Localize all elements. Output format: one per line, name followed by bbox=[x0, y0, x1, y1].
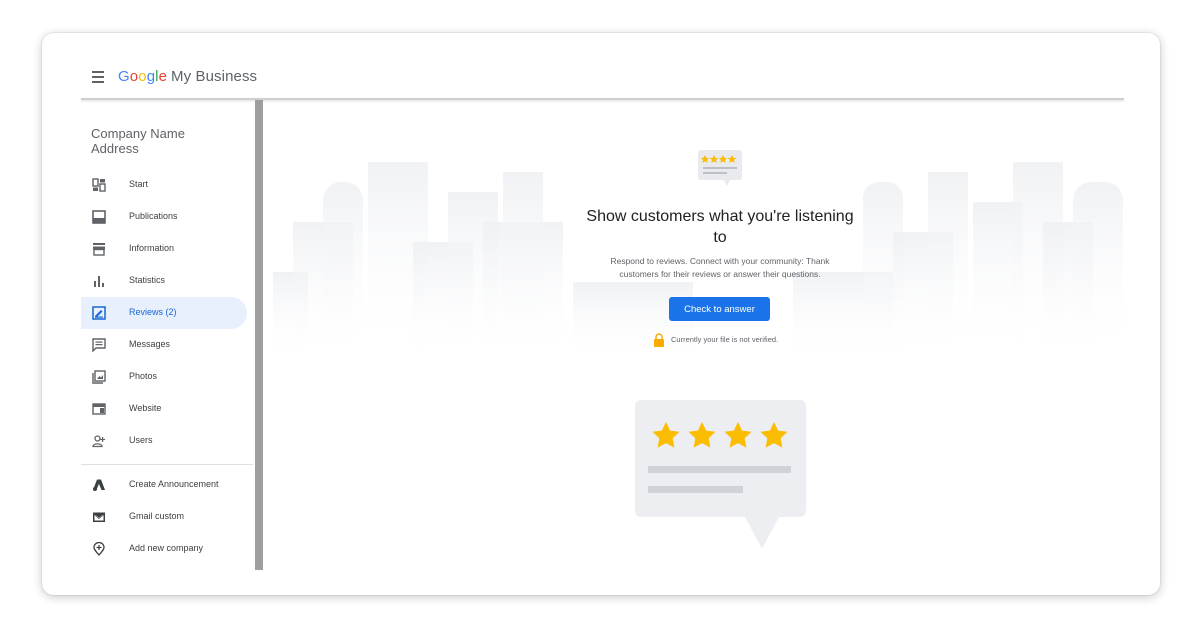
google-ads-icon bbox=[93, 479, 105, 491]
bar-chart-icon bbox=[94, 276, 104, 287]
company-address: Address bbox=[91, 141, 139, 156]
message-icon bbox=[92, 338, 106, 352]
sidebar-item-label: Users bbox=[129, 435, 153, 445]
sidebar-item-label: Website bbox=[129, 403, 162, 413]
sidebar-item-messages[interactable]: Messages bbox=[81, 329, 247, 361]
sidebar-item-label: Publications bbox=[129, 211, 178, 221]
sidebar-item-label: Statistics bbox=[129, 275, 166, 285]
sidebar-item-website[interactable]: Website bbox=[81, 393, 247, 425]
add-user-icon bbox=[92, 435, 106, 448]
page-description: Respond to reviews. Connect with your co… bbox=[610, 256, 830, 279]
sidebar-item-statistics[interactable]: Statistics bbox=[81, 265, 247, 297]
sidebar-item-photos[interactable]: Photos bbox=[81, 361, 247, 393]
logo-letter: o bbox=[129, 68, 139, 85]
company-name: Company Name bbox=[91, 126, 185, 141]
review-card-illustration bbox=[635, 400, 806, 549]
sidebar-item-gmail[interactable]: Gmail custom bbox=[81, 501, 247, 533]
company-info: Company Name Address bbox=[91, 126, 185, 156]
lock-icon bbox=[654, 333, 664, 347]
sidebar-item-label: Photos bbox=[129, 371, 158, 381]
sidebar: Company Name Address Start Publications bbox=[81, 100, 255, 570]
sidebar-scrollbar[interactable] bbox=[255, 100, 263, 570]
sidebar-divider bbox=[81, 464, 253, 465]
gmail-icon bbox=[93, 512, 105, 522]
sidebar-item-label: Messages bbox=[129, 339, 171, 349]
hamburger-menu-icon[interactable] bbox=[92, 71, 106, 83]
dashboard-icon bbox=[92, 178, 106, 192]
sidebar-item-create-announcement[interactable]: Create Announcement bbox=[81, 469, 247, 501]
reviews-icon bbox=[92, 306, 106, 320]
logo-letter: g bbox=[146, 68, 156, 85]
app-logo[interactable]: Google My Business bbox=[118, 68, 257, 85]
sidebar-item-label: Reviews (2) bbox=[129, 307, 177, 317]
sidebar-item-label: Start bbox=[129, 179, 149, 189]
app-window: Google My Business Company Name Address S… bbox=[42, 33, 1160, 595]
main-content: Show customers what you're listening to … bbox=[263, 100, 1160, 570]
top-bar: Google My Business bbox=[42, 33, 1160, 99]
sidebar-item-label: Gmail custom bbox=[129, 511, 185, 521]
logo-letter: G bbox=[118, 68, 130, 85]
verification-text: Currently your file is not verified. bbox=[671, 335, 779, 344]
sidebar-item-information[interactable]: Information bbox=[81, 233, 247, 265]
add-location-icon bbox=[93, 542, 105, 556]
logo-letter: e bbox=[158, 68, 168, 85]
sidebar-item-publications[interactable]: Publications bbox=[81, 201, 247, 233]
posts-icon bbox=[92, 210, 106, 224]
photos-icon bbox=[92, 370, 106, 384]
check-to-answer-button[interactable]: Check to answer bbox=[669, 297, 770, 321]
sidebar-item-start[interactable]: Start bbox=[81, 169, 247, 201]
website-icon bbox=[92, 403, 106, 415]
logo-product-name: My Business bbox=[171, 68, 258, 85]
sidebar-item-add-company[interactable]: Add new company bbox=[81, 533, 247, 565]
store-icon bbox=[93, 243, 105, 256]
sidebar-item-label: Create Announcement bbox=[129, 479, 219, 489]
sidebar-item-reviews[interactable]: Reviews (2) bbox=[81, 297, 247, 329]
sidebar-item-label: Information bbox=[129, 243, 175, 253]
sidebar-item-label: Add new company bbox=[129, 543, 204, 553]
logo-letter: o bbox=[138, 68, 147, 85]
page-headline: Show customers what you're listening to bbox=[586, 208, 854, 246]
sidebar-item-users[interactable]: Users bbox=[81, 425, 247, 457]
review-badge-illustration bbox=[698, 150, 742, 186]
